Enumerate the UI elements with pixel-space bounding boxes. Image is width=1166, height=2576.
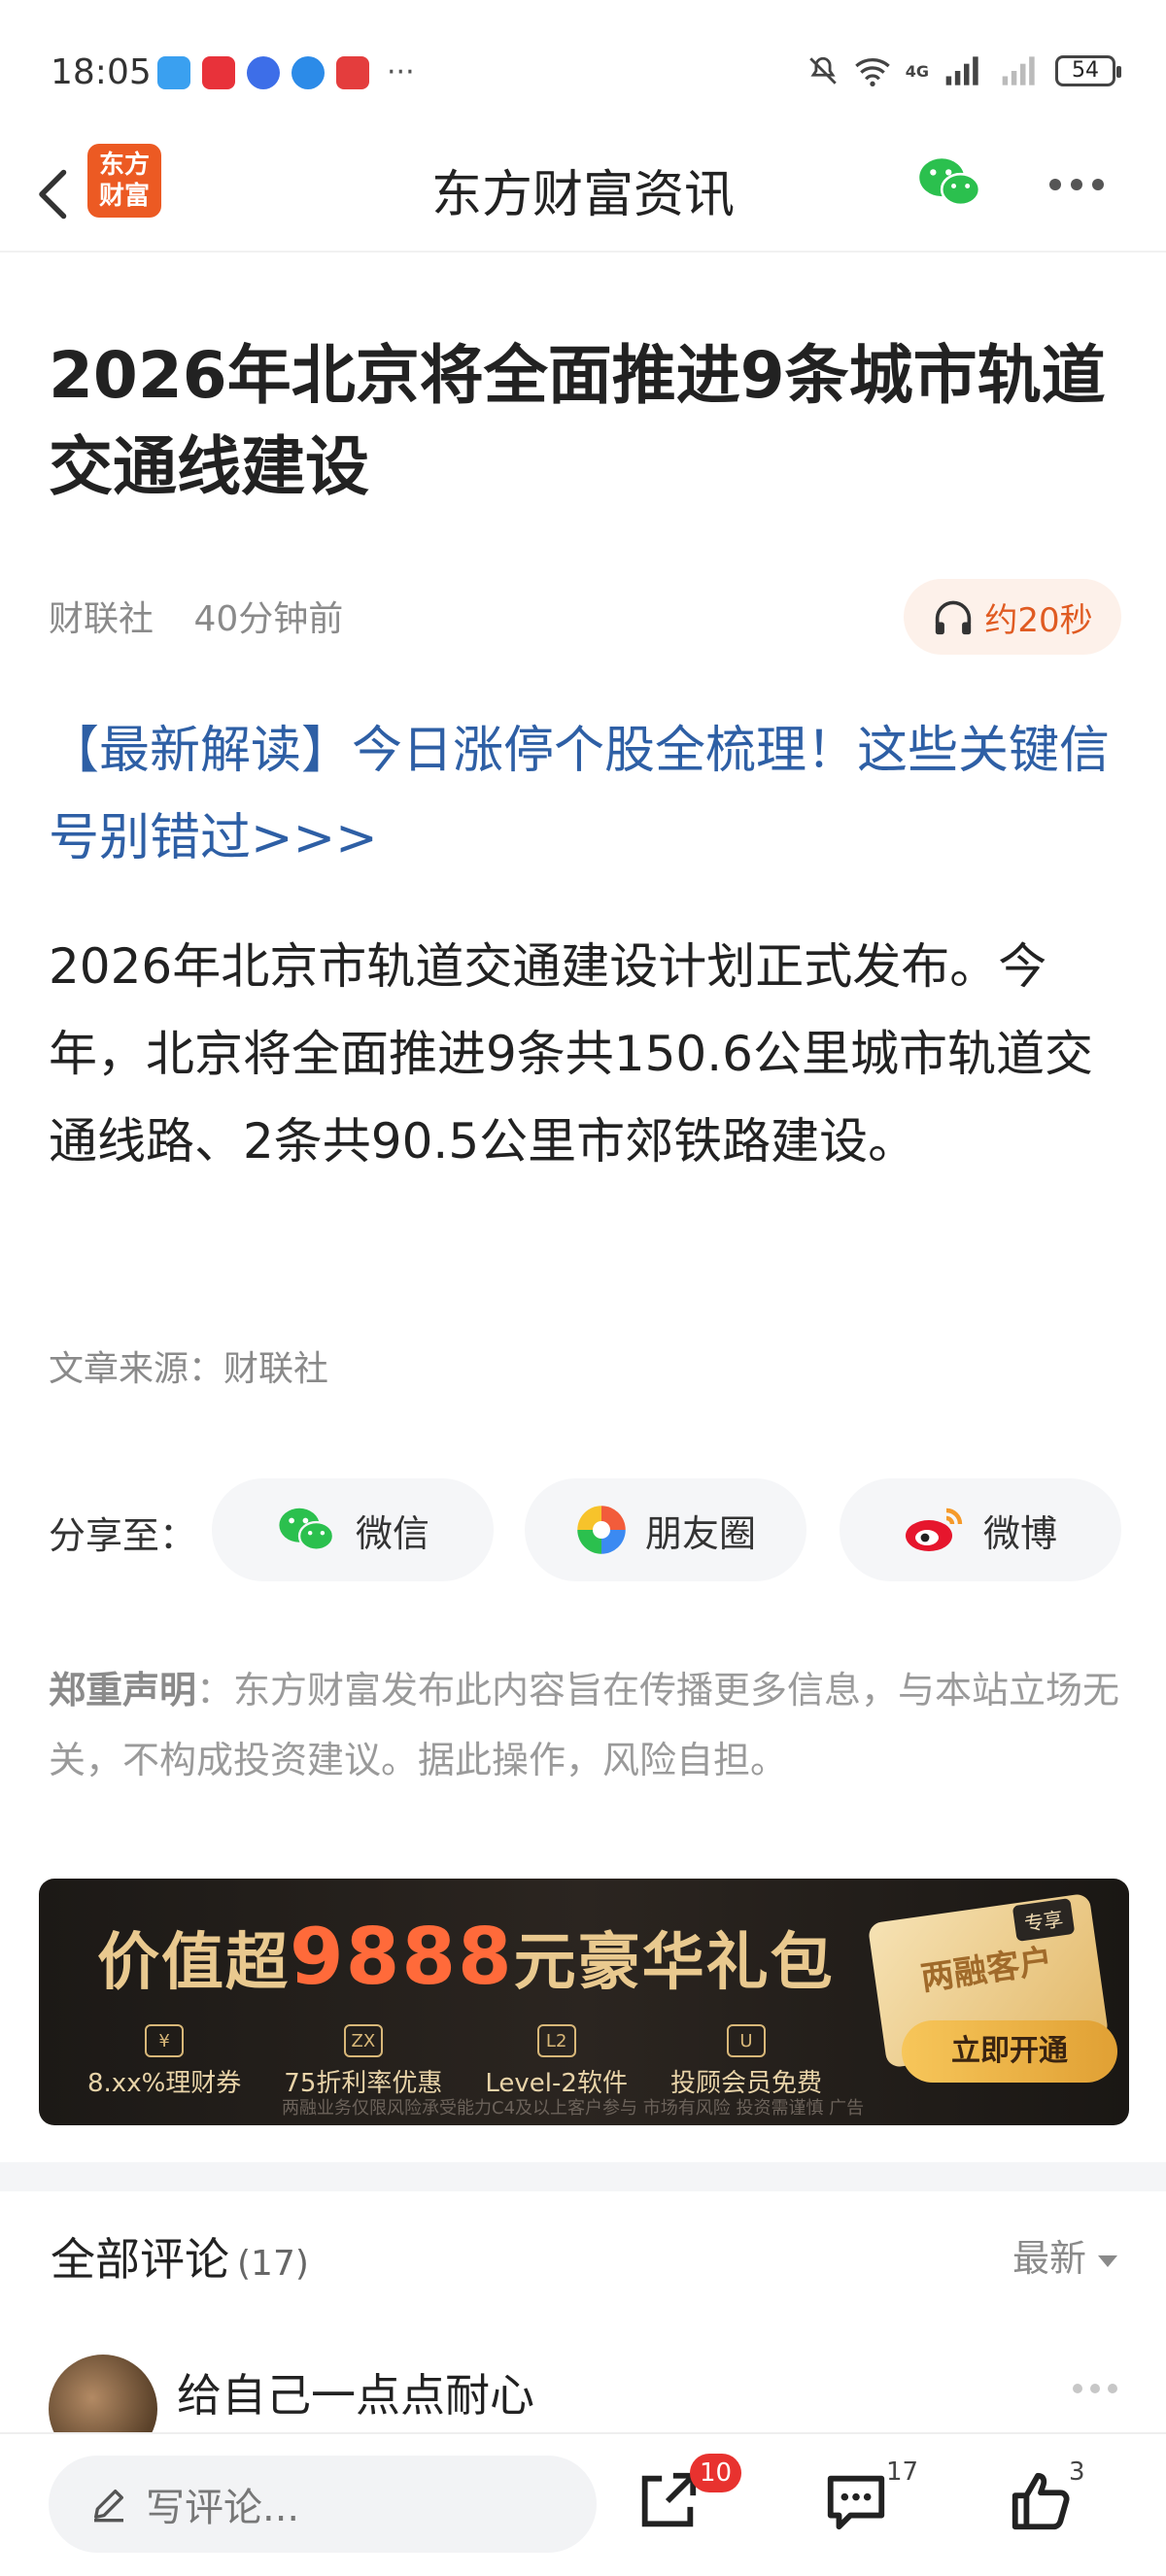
disclaimer-title: 郑重声明	[49, 1669, 197, 1712]
share-count-badge: 10	[690, 2454, 742, 2492]
network-type: 4G	[905, 61, 929, 81]
share-wechat-label: 微信	[355, 1511, 429, 1555]
status-time: 18:05	[51, 52, 152, 92]
weibo-icon	[905, 1508, 963, 1551]
wechat-share-icon[interactable]	[915, 153, 985, 212]
banner-feature: U 投顾会员免费	[670, 2024, 822, 2099]
banner-feature: L2 Level-2软件	[485, 2024, 628, 2099]
more-notifications-icon: ···	[387, 55, 415, 89]
stock-app-icon	[336, 56, 369, 89]
promo-link[interactable]: 【最新解读】今日涨停个股全梳理！这些关键信号别错过>>>	[49, 707, 1127, 882]
article-title: 2026年北京将全面推进9条城市轨道交通线建设	[49, 338, 1106, 504]
chrome-app-icon	[292, 56, 325, 89]
comment-count: 17	[886, 2457, 919, 2487]
listen-button[interactable]: 约20秒	[904, 579, 1121, 655]
share-weibo-label: 微博	[982, 1511, 1057, 1555]
top-nav-bar: 东方财富 东方财富资讯	[0, 136, 1166, 253]
wechat-icon	[279, 1508, 335, 1551]
banner-amount: 9888	[290, 1912, 514, 2002]
banner-feature: ¥8.xx%理财券	[87, 2024, 241, 2099]
banner-headline: 价值超9888元豪华礼包	[97, 1912, 835, 2002]
signal-2-icon	[1002, 56, 1035, 85]
share-label: 分享至：	[49, 1514, 197, 1557]
article-source-line: 文章来源：财联社	[49, 1349, 329, 1389]
headphones-icon	[936, 600, 972, 635]
promo-banner-ad[interactable]: 价值超9888元豪华礼包 ¥8.xx%理财券 ZX 75折利率优惠 L2 Level…	[39, 1879, 1129, 2125]
share-weibo-button[interactable]: 微博	[840, 1478, 1121, 1581]
shopping-app-icon	[202, 56, 235, 89]
more-options-button[interactable]	[1049, 165, 1117, 204]
banner-features: ¥8.xx%理财券 ZX 75折利率优惠 L2 Level-2软件 U 投顾会员免费	[87, 2024, 822, 2099]
comments-count: (17)	[237, 2244, 309, 2284]
write-comment-input[interactable]: 写评论...	[49, 2456, 597, 2553]
share-wechat-button[interactable]: 微信	[212, 1478, 494, 1581]
banner-cta-button[interactable]: 立即开通	[902, 2020, 1117, 2083]
pencil-icon	[94, 2490, 124, 2523]
battery-indicator: 54	[1055, 55, 1121, 86]
disclaimer-text: ：东方财富发布此内容旨在传播更多信息，与本站立场无关，不构成投资建议。据此操作，…	[49, 1669, 1120, 1781]
coupon-icon: ¥	[145, 2024, 185, 2057]
status-app-icons: ···	[157, 56, 415, 89]
mute-icon	[808, 56, 837, 85]
disclaimer: 郑重声明：东方财富发布此内容旨在传播更多信息，与本站立场无关，不构成投资建议。据…	[49, 1655, 1127, 1795]
discount-icon: ZX	[343, 2024, 383, 2057]
wifi-icon	[854, 58, 890, 86]
article-meta: 财联社 40分钟前	[49, 591, 372, 641]
comment-username[interactable]: 给自己一点点耐心	[177, 2360, 534, 2424]
advisor-icon: U	[726, 2024, 766, 2057]
article-source: 财联社	[49, 599, 154, 639]
article-time: 40分钟前	[193, 599, 344, 639]
weather-app-icon	[157, 56, 190, 89]
signal-icon	[945, 56, 978, 85]
article-body: 2026年北京市轨道交通建设计划正式发布。今年，北京将全面推进9条共150.6公…	[49, 938, 1093, 1169]
status-indicators: 4G 54	[806, 54, 1121, 87]
comment-placeholder: 写评论...	[146, 2486, 300, 2530]
browser-app-icon	[247, 56, 280, 89]
listen-duration: 约20秒	[984, 600, 1093, 640]
share-moments-button[interactable]: 朋友圈	[525, 1478, 806, 1581]
like-icon[interactable]	[1007, 2467, 1075, 2535]
comment-icon[interactable]	[822, 2467, 890, 2535]
bottom-action-bar: 写评论... 10 17 3	[0, 2432, 1166, 2576]
banner-feature: ZX 75折利率优惠	[284, 2024, 442, 2099]
moments-icon	[577, 1506, 626, 1554]
comment-more-button[interactable]	[1073, 2384, 1117, 2393]
comment-sort-dropdown[interactable]: 最新	[1012, 2228, 1117, 2282]
comments-header: 全部评论 (17)	[51, 2233, 309, 2286]
page-title: 东方财富资讯	[430, 166, 735, 224]
share-moments-label: 朋友圈	[644, 1511, 756, 1555]
like-count: 3	[1069, 2457, 1085, 2487]
level2-icon: L2	[536, 2024, 576, 2057]
status-bar: 18:05 ··· 4G 54	[0, 0, 1166, 146]
section-divider	[0, 2162, 1166, 2191]
banner-footnote: 两融业务仅限风险承受能力C4及以上客户参与 市场有风险 投资需谨慎 广告	[282, 2098, 865, 2118]
